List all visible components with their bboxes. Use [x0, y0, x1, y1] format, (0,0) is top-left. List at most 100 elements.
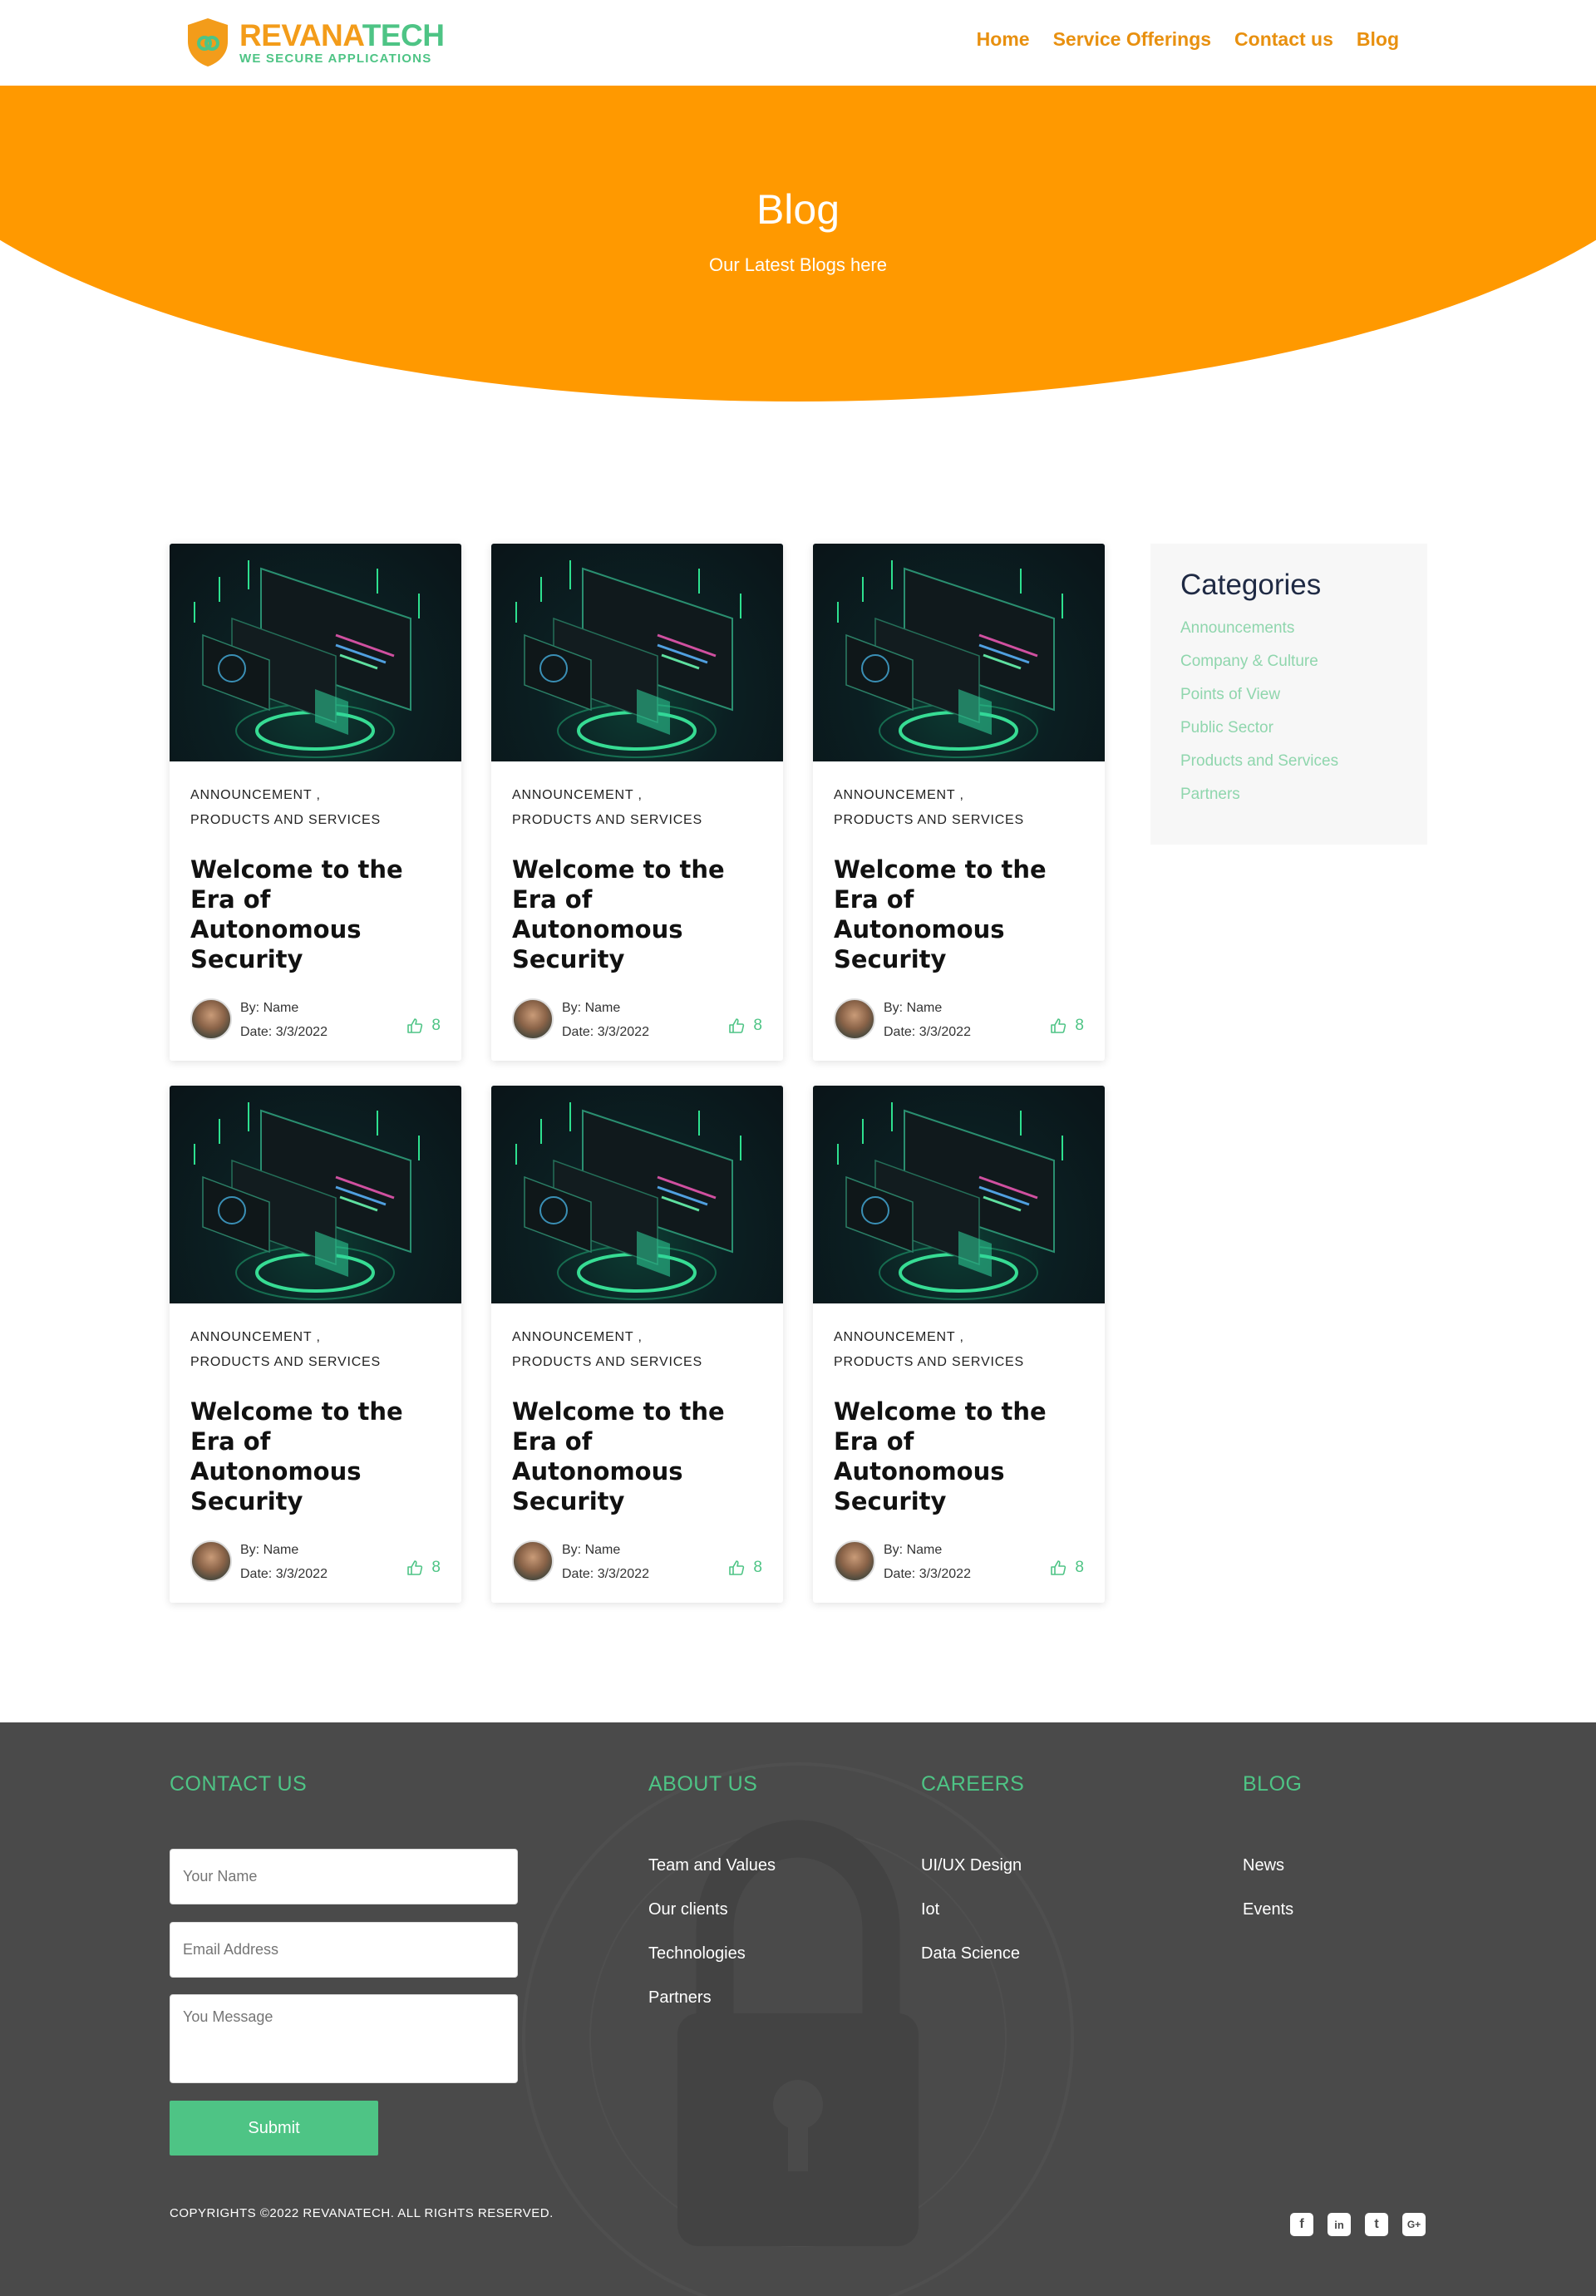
- footer-about-heading: ABOUT US: [648, 1772, 758, 1796]
- footer-link[interactable]: Our clients: [648, 1888, 776, 1932]
- blog-card[interactable]: ANNOUNCEMENT , PRODUCTS AND SERVICES Wel…: [170, 1086, 461, 1603]
- blog-card[interactable]: ANNOUNCEMENT , PRODUCTS AND SERVICES Wel…: [491, 1086, 783, 1603]
- post-date: Date: 3/3/2022: [562, 1025, 649, 1039]
- blog-card-footer: By: Name Date: 3/3/2022 8: [190, 996, 441, 1040]
- nav-contact-us[interactable]: Contact us: [1234, 28, 1333, 51]
- blog-card-footer: By: Name Date: 3/3/2022 8: [834, 996, 1084, 1040]
- category-link[interactable]: Announcements: [1180, 612, 1397, 645]
- blog-card-title[interactable]: Welcome to the Era of Autonomous Securit…: [190, 1397, 441, 1516]
- blog-card-title[interactable]: Welcome to the Era of Autonomous Securit…: [512, 1397, 762, 1516]
- avatar: [190, 998, 232, 1040]
- footer-careers-heading: CAREERS: [921, 1772, 1025, 1796]
- nav-service-offerings[interactable]: Service Offerings: [1053, 28, 1211, 51]
- like-button[interactable]: 8: [1050, 1559, 1084, 1577]
- site-header: REVANATECH WE SECURE APPLICATIONS Home S…: [0, 0, 1596, 86]
- avatar: [190, 1540, 232, 1582]
- thumbs-up-icon: [729, 1560, 745, 1575]
- hero-curve: [0, 86, 1596, 402]
- blog-card-image[interactable]: [170, 1086, 461, 1303]
- logo[interactable]: REVANATECH WE SECURE APPLICATIONS: [185, 17, 445, 68]
- footer-link[interactable]: Team and Values: [648, 1844, 776, 1888]
- avatar: [834, 998, 875, 1040]
- category-link[interactable]: Public Sector: [1180, 712, 1397, 745]
- thumbs-up-icon: [407, 1560, 423, 1575]
- like-button[interactable]: 8: [406, 1017, 441, 1035]
- category-tag[interactable]: ANNOUNCEMENT ,: [834, 783, 1084, 808]
- category-tag[interactable]: PRODUCTS AND SERVICES: [512, 808, 762, 833]
- category-tag[interactable]: ANNOUNCEMENT ,: [190, 1325, 441, 1350]
- linkedin-icon[interactable]: in: [1328, 2213, 1351, 2236]
- like-count: 8: [1075, 1559, 1084, 1576]
- blog-card-image[interactable]: [491, 544, 783, 761]
- google-plus-icon[interactable]: G+: [1402, 2213, 1426, 2236]
- category-tag[interactable]: PRODUCTS AND SERVICES: [190, 1350, 441, 1375]
- like-button[interactable]: 8: [406, 1559, 441, 1577]
- footer-link[interactable]: Partners: [648, 1976, 776, 2020]
- like-button[interactable]: 8: [728, 1559, 762, 1577]
- facebook-icon[interactable]: f: [1290, 2213, 1313, 2236]
- avatar: [512, 1540, 554, 1582]
- footer-link[interactable]: Technologies: [648, 1932, 776, 1976]
- like-button[interactable]: 8: [1050, 1017, 1084, 1035]
- category-tag[interactable]: PRODUCTS AND SERVICES: [834, 808, 1084, 833]
- submit-button[interactable]: Submit: [170, 2101, 378, 2156]
- category-link[interactable]: Points of View: [1180, 678, 1397, 712]
- hero-banner: Blog Our Latest Blogs here: [0, 86, 1596, 402]
- nav-home[interactable]: Home: [977, 28, 1030, 51]
- footer-link[interactable]: Events: [1243, 1888, 1293, 1932]
- footer-link[interactable]: News: [1243, 1844, 1293, 1888]
- blog-card-image[interactable]: [491, 1086, 783, 1303]
- shield-logo-icon: [188, 18, 228, 67]
- blog-card[interactable]: ANNOUNCEMENT , PRODUCTS AND SERVICES Wel…: [813, 544, 1105, 1061]
- blog-card-footer: By: Name Date: 3/3/2022 8: [834, 1538, 1084, 1582]
- blog-card[interactable]: ANNOUNCEMENT , PRODUCTS AND SERVICES Wel…: [813, 1086, 1105, 1603]
- category-link[interactable]: Products and Services: [1180, 745, 1397, 778]
- post-date: Date: 3/3/2022: [884, 1025, 971, 1039]
- email-input[interactable]: [170, 1922, 518, 1978]
- blog-card-title[interactable]: Welcome to the Era of Autonomous Securit…: [834, 855, 1084, 974]
- copyright: COPYRIGHTS ©2022 REVANATECH. ALL RIGHTS …: [170, 2206, 554, 2220]
- category-link[interactable]: Company & Culture: [1180, 645, 1397, 678]
- message-textarea[interactable]: [170, 1994, 518, 2083]
- blog-card-footer: By: Name Date: 3/3/2022 8: [512, 996, 762, 1040]
- category-tag[interactable]: ANNOUNCEMENT ,: [834, 1325, 1084, 1350]
- thumbs-up-icon: [1051, 1560, 1066, 1575]
- author-name: By: Name: [562, 1543, 621, 1557]
- category-link[interactable]: Partners: [1180, 778, 1397, 811]
- blog-card[interactable]: ANNOUNCEMENT , PRODUCTS AND SERVICES Wel…: [170, 544, 461, 1061]
- nav-blog[interactable]: Blog: [1357, 28, 1399, 51]
- category-tag[interactable]: PRODUCTS AND SERVICES: [190, 808, 441, 833]
- like-count: 8: [431, 1559, 441, 1576]
- blog-card-title[interactable]: Welcome to the Era of Autonomous Securit…: [512, 855, 762, 974]
- author-name: By: Name: [884, 1001, 943, 1015]
- page-title: Blog: [756, 186, 840, 233]
- blog-card-title[interactable]: Welcome to the Era of Autonomous Securit…: [834, 1397, 1084, 1516]
- footer-contact-heading: CONTACT US: [170, 1772, 308, 1796]
- category-tag[interactable]: PRODUCTS AND SERVICES: [512, 1350, 762, 1375]
- footer-blog-heading: BLOG: [1243, 1772, 1303, 1796]
- thumbs-up-icon: [407, 1018, 423, 1033]
- categories-sidebar: Categories Announcements Company & Cultu…: [1150, 544, 1427, 845]
- site-footer: CONTACT US Submit ABOUT US Team and Valu…: [0, 1722, 1596, 2296]
- blog-card-image[interactable]: [170, 544, 461, 761]
- author-name: By: Name: [240, 1543, 299, 1557]
- category-tag[interactable]: ANNOUNCEMENT ,: [190, 783, 441, 808]
- blog-card[interactable]: ANNOUNCEMENT , PRODUCTS AND SERVICES Wel…: [491, 544, 783, 1061]
- like-count: 8: [753, 1017, 762, 1034]
- footer-link[interactable]: UI/UX Design: [921, 1844, 1022, 1888]
- blog-card-image[interactable]: [813, 1086, 1105, 1303]
- blog-card-image[interactable]: [813, 544, 1105, 761]
- author-name: By: Name: [562, 1001, 621, 1015]
- footer-link[interactable]: Iot: [921, 1888, 1022, 1932]
- like-count: 8: [753, 1559, 762, 1576]
- like-button[interactable]: 8: [728, 1017, 762, 1035]
- category-tag[interactable]: PRODUCTS AND SERVICES: [834, 1350, 1084, 1375]
- name-input[interactable]: [170, 1849, 518, 1904]
- footer-link[interactable]: Data Science: [921, 1932, 1022, 1976]
- twitter-icon[interactable]: t: [1365, 2213, 1388, 2236]
- blog-card-categories: ANNOUNCEMENT , PRODUCTS AND SERVICES: [190, 783, 441, 833]
- category-tag[interactable]: ANNOUNCEMENT ,: [512, 1325, 762, 1350]
- category-tag[interactable]: ANNOUNCEMENT ,: [512, 783, 762, 808]
- blog-card-title[interactable]: Welcome to the Era of Autonomous Securit…: [190, 855, 441, 974]
- like-count: 8: [1075, 1017, 1084, 1034]
